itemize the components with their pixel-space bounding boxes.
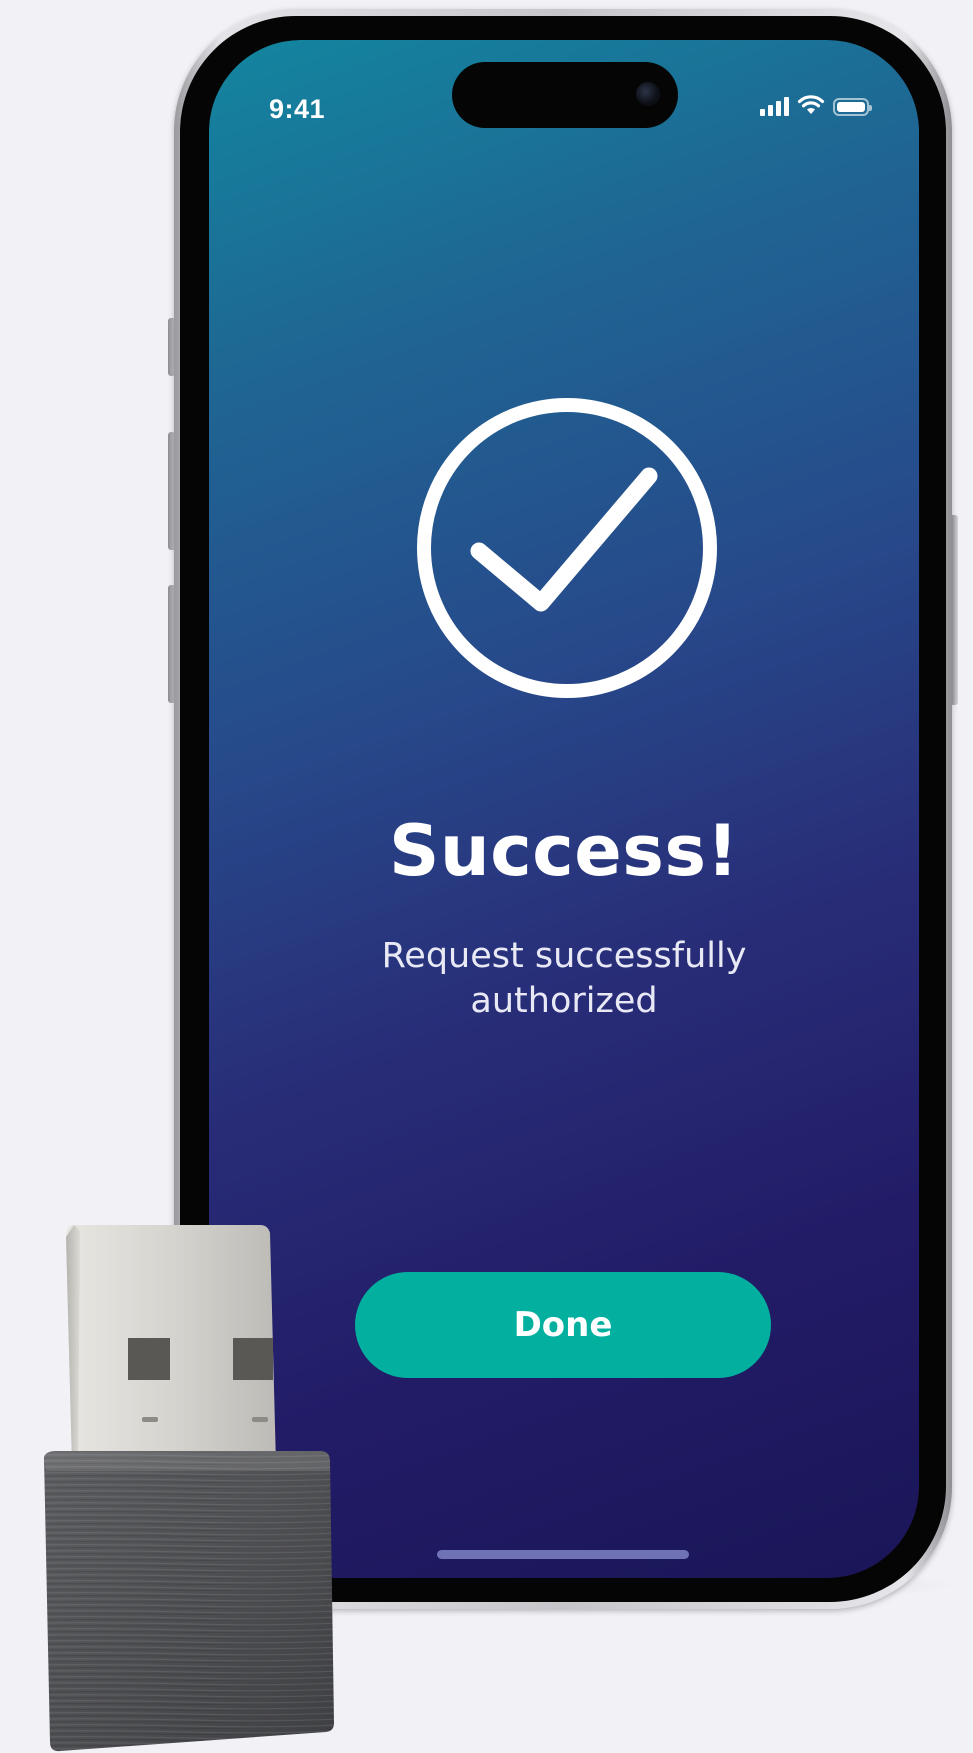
status-time: 9:41 [269, 94, 326, 124]
status-icons [760, 95, 872, 116]
success-title: Success! [389, 810, 739, 892]
camera-icon [636, 82, 660, 106]
home-indicator[interactable] [437, 1550, 689, 1559]
wifi-icon [797, 95, 825, 114]
cellular-signal-icon [760, 96, 789, 116]
dynamic-island [452, 62, 678, 128]
battery-icon [833, 98, 872, 116]
product-scene: 9:41 Success! Request successfully autho… [0, 0, 973, 1753]
success-message: Request successfully authorized [381, 936, 747, 1021]
usb-security-key [44, 1225, 334, 1752]
done-button[interactable]: Done [355, 1272, 771, 1378]
checkmark-circle-icon [417, 398, 717, 698]
